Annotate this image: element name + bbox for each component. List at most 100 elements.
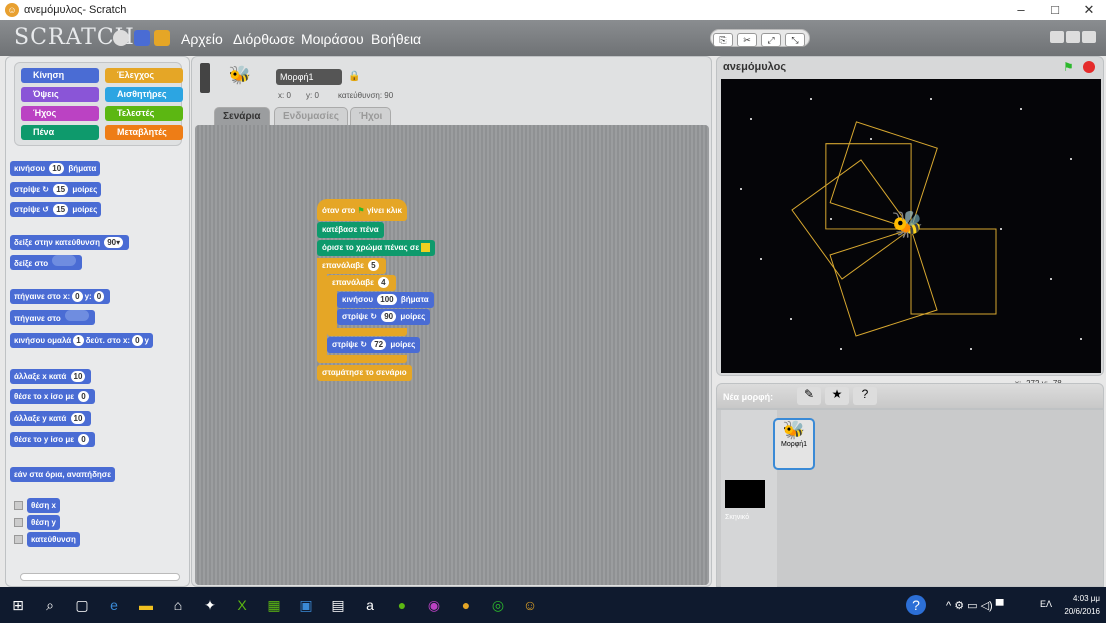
new-sprite-label: Νέα μορφή: [723,392,774,402]
tab-scripts[interactable]: Σενάρια [214,107,270,125]
set-pen-color-block[interactable]: όρισε το χρώμα πένας σε [317,240,436,256]
minimize-button[interactable]: – [1006,2,1036,18]
firefox-icon[interactable]: ● [456,595,476,615]
search-icon[interactable]: ⌕ [40,595,60,615]
close-button[interactable]: ✕ [1074,2,1104,18]
duplicate-tool-icon[interactable]: ⎘ [713,33,733,47]
category-6[interactable]: Πένα [21,125,99,140]
stage-canvas[interactable]: 🐝 [721,79,1101,373]
repeat-5-block[interactable]: επανάλαβε 5 [317,258,386,274]
dropbox-icon[interactable]: ✦ [200,595,220,615]
cut-tool-icon[interactable]: ✂ [737,33,757,47]
explorer-icon[interactable]: ▬ [136,595,156,615]
pen-down-block[interactable]: κατέβασε πένα [317,222,384,238]
app-icon-2[interactable]: ▤ [328,595,348,615]
tray-icons[interactable]: ^ ⚙ ▭ ◁) ▀ [946,599,1004,612]
help-icon[interactable]: ? [906,595,926,615]
menu-share[interactable]: Μοιράσου [301,31,364,47]
green-flag-button[interactable]: ⚑ [1063,60,1077,74]
sprite-info: 🐝 Μορφή1 🔒 x: 0 y: 0 κατεύθυνση: 90 Σενά… [192,57,711,125]
edge-icon[interactable]: e [104,595,124,615]
ypos-checkbox[interactable] [14,518,23,528]
stop-script-block[interactable]: σταμάτησε το σενάριο [317,365,412,381]
category-5[interactable]: Τελεστές [105,106,183,121]
share-icon[interactable] [154,30,170,46]
when-flag-clicked-block[interactable]: όταν στο ⚑ γίνει κλικ [317,199,407,221]
palette-set-x-block[interactable]: θέσε το x ίσο με 0 [10,389,95,404]
maximize-button[interactable]: □ [1040,2,1070,18]
tab-sounds[interactable]: Ήχοι [350,107,392,125]
stop-button[interactable] [1083,61,1095,73]
clock[interactable]: 4:03 μμ 20/6/2016 [1064,592,1100,618]
palette-goto-xy-block[interactable]: πήγαινε στο x: 0 y: 0 [10,289,111,304]
presentation-icon[interactable] [1082,31,1096,43]
palette-scrollbar[interactable] [20,573,180,581]
lock-icon[interactable]: 🔒 [348,71,360,82]
category-4[interactable]: Ήχος [21,106,99,121]
sprite-x: x: 0 [278,91,291,100]
palette-set-y-block[interactable]: θέσε το y ίσο με 0 [10,432,95,447]
palette-glide-block[interactable]: κινήσου ομαλά 1 δεύτ. στο x: 0 y [10,333,153,348]
palette-change-x-block[interactable]: άλλαξε x κατά 10 [10,369,92,384]
scratch-taskbar-icon[interactable]: ☺ [520,595,540,615]
sprite-name-field[interactable]: Μορφή1 [276,69,342,85]
repeat-outer-end [317,355,407,363]
category-1[interactable]: Έλεγχος [105,68,183,83]
palette-move-block[interactable]: κινήσου 10 βήματα [10,161,101,176]
window-titlebar: ☺ ανεμόμυλος- Scratch – □ ✕ [0,0,1106,20]
random-sprite-icon[interactable]: ? [853,387,877,405]
palette-turn-left-block[interactable]: στρίψε ↺ 15 μοίρες [10,202,102,217]
palette-goto-block[interactable]: πήγαινε στο [10,310,96,325]
pen-color-swatch[interactable] [421,243,431,253]
palette-point-towards-block[interactable]: δείξε στο [10,255,83,270]
direction-reporter-row[interactable]: κατεύθυνση [14,532,80,547]
menu-edit[interactable]: Διόρθωσε [233,31,295,47]
category-2[interactable]: Όψεις [21,87,99,102]
menu-help[interactable]: Βοήθεια [371,31,421,47]
excel-icon[interactable]: X [232,595,252,615]
store-icon[interactable]: ⌂ [168,595,188,615]
move-100-block[interactable]: κινήσου 100 βήματα [337,292,434,308]
bee-sprite[interactable]: 🐝 [891,209,923,240]
chrome-icon-2[interactable]: ◎ [488,595,508,615]
tab-costumes[interactable]: Ενδυμασίες [274,107,348,125]
palette-bounce-block[interactable]: εάν στα όρια, αναπήδησε [10,467,116,482]
stage-thumbnail[interactable] [725,480,765,508]
start-icon[interactable]: ⊞ [8,595,28,615]
xpos-checkbox[interactable] [14,501,23,511]
choose-sprite-icon[interactable]: ★ [825,387,849,405]
category-0[interactable]: Κίνηση [21,68,99,83]
category-7[interactable]: Μεταβλητές [105,125,183,140]
rotation-style-icon[interactable] [200,63,210,93]
sprite-thumbnail[interactable]: 🐝 Μορφή1 [773,418,815,470]
chrome-icon[interactable]: ● [392,595,412,615]
sheet-icon[interactable]: ▦ [264,595,284,615]
small-stage-icon[interactable] [1050,31,1064,43]
stage-thumbnail-column[interactable]: Σκηνικό [721,410,777,588]
ypos-reporter-row[interactable]: θέση y [14,515,60,530]
language-indicator[interactable]: ΕΛ [1040,599,1052,609]
palette-blocks: κινήσου 10 βήματα στρίψε ↻ 15 μοίρες στρ… [10,155,188,575]
scripts-panel: 🐝 Μορφή1 🔒 x: 0 y: 0 κατεύθυνση: 90 Σενά… [191,56,712,587]
category-3[interactable]: Αισθητήρες [105,87,183,102]
task-view-icon[interactable]: ▢ [72,595,92,615]
app-icon-1[interactable]: ▣ [296,595,316,615]
direction-checkbox[interactable] [14,535,23,545]
palette-change-y-block[interactable]: άλλαξε y κατά 10 [10,411,92,426]
skype-icon[interactable]: ◉ [424,595,444,615]
turn-72-block[interactable]: στρίψε ↻ 72 μοίρες [327,337,421,353]
save-disk-icon[interactable] [134,30,150,46]
grow-tool-icon[interactable]: ⤢ [761,33,781,47]
script-canvas[interactable]: όταν στο ⚑ γίνει κλικ κατέβασε πένα όρισ… [195,125,709,585]
amazon-icon[interactable]: a [360,595,380,615]
palette-point-direction-block[interactable]: δείξε στην κατεύθυνση 90▾ [10,235,130,250]
menu-file[interactable]: Αρχείο [181,31,223,47]
shrink-tool-icon[interactable]: ⤡ [785,33,805,47]
paint-sprite-icon[interactable]: ✎ [797,387,821,405]
turn-90-block[interactable]: στρίψε ↻ 90 μοίρες [337,309,431,325]
xpos-reporter-row[interactable]: θέση x [14,498,60,513]
language-globe-icon[interactable] [113,30,129,46]
palette-turn-right-block[interactable]: στρίψε ↻ 15 μοίρες [10,182,102,197]
repeat-4-block[interactable]: επανάλαβε 4 [327,275,396,291]
normal-stage-icon[interactable] [1066,31,1080,43]
